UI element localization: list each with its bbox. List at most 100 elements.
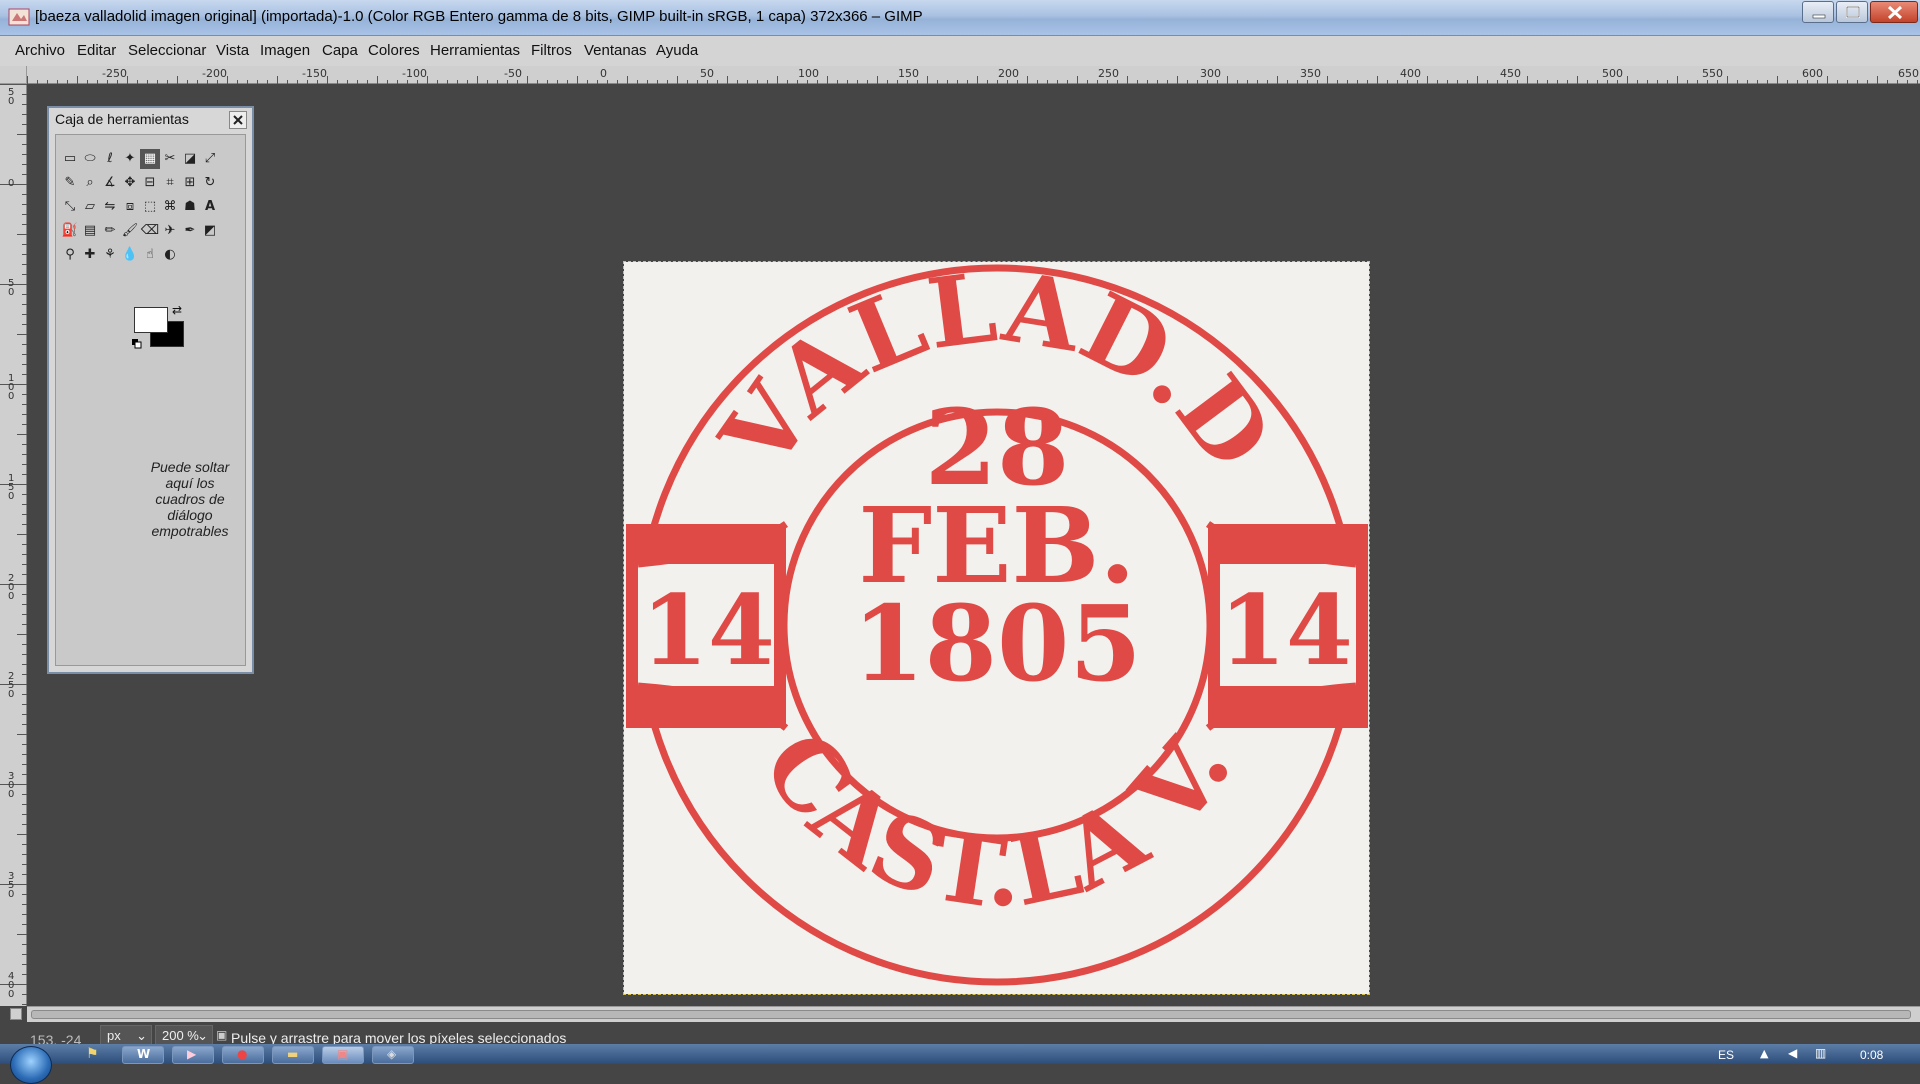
image-layer[interactable]: VALLAD.D 14 14 28 FEB. 1805 CAST.LA V. — [623, 250, 1370, 995]
paths-icon[interactable]: ⤢ — [200, 149, 220, 169]
vruler-label: 50 — [8, 87, 15, 107]
perspective-clone-icon[interactable]: ⚘ — [100, 245, 120, 265]
lock-icon: ▣ — [216, 1028, 228, 1042]
shear-icon[interactable]: ▱ — [80, 197, 100, 217]
chevron-down-icon: ⌄ — [197, 1028, 208, 1043]
tray-arrow-icon[interactable]: ▲ — [1760, 1047, 1768, 1060]
ruler-corner-toggle[interactable] — [0, 66, 27, 84]
pencil-icon[interactable]: ✏ — [100, 221, 120, 241]
menu-capa[interactable]: Capa — [322, 42, 358, 59]
blur-icon[interactable]: 💧 — [120, 245, 140, 265]
vruler-label: 300 — [8, 771, 15, 800]
vruler-label: 0 — [8, 178, 15, 189]
fuzzy-select-icon[interactable]: ✦ — [120, 149, 140, 169]
mypaint-brush-icon[interactable]: ◩ — [200, 221, 220, 241]
maximize-button[interactable] — [1836, 1, 1868, 23]
gradient-icon[interactable]: ▤ — [80, 221, 100, 241]
text-tool-icon[interactable]: A — [200, 197, 220, 217]
menu-editar[interactable]: Editar — [77, 42, 116, 59]
close-window-button[interactable] — [1870, 1, 1918, 23]
airbrush-icon[interactable]: ✈ — [160, 221, 180, 241]
heal-icon[interactable]: ✚ — [80, 245, 100, 265]
gimp-app-icon — [8, 8, 30, 26]
taskbar-folder[interactable]: ▬ — [272, 1046, 314, 1064]
taskbar-app[interactable]: ◈ — [372, 1046, 414, 1064]
scissors-select-icon[interactable]: ✂ — [160, 149, 180, 169]
menu-imagen[interactable]: Imagen — [260, 42, 310, 59]
taskbar-chrome[interactable]: ● — [222, 1046, 264, 1064]
scrollbar-thumb[interactable] — [31, 1010, 1911, 1019]
gimp-icon: ▣ — [337, 1047, 349, 1061]
taskbar-gimp[interactable]: ▣ — [322, 1046, 364, 1064]
color-picker-icon[interactable]: ✎ — [60, 173, 80, 193]
horizontal-ruler[interactable]: -250 -200 -150 -100 -50 0 50 100 150 200… — [27, 66, 1920, 84]
perspective-icon[interactable]: ⧈ — [120, 197, 140, 217]
unified-transform-icon[interactable]: ⊞ — [180, 173, 200, 193]
handle-transform-icon[interactable]: ☗ — [180, 197, 200, 217]
taskbar-word[interactable]: W — [122, 1046, 164, 1064]
taskbar-clock[interactable]: 0:08 — [1860, 1048, 1883, 1062]
network-icon[interactable]: ▥ — [1815, 1046, 1826, 1060]
status-bar: 153, -24 px ⌄ 200 % ⌄ ▣ Pulse y arrastre… — [0, 1022, 1920, 1048]
dodge-burn-icon[interactable]: ◐ — [160, 245, 180, 265]
hruler-label: -200 — [202, 67, 227, 80]
foreground-select-icon[interactable]: ◪ — [180, 149, 200, 169]
toolbox-close-button[interactable] — [229, 111, 247, 129]
language-indicator[interactable]: ES — [1718, 1048, 1734, 1062]
taskbar-media[interactable]: ▶ — [172, 1046, 214, 1064]
ellipse-select-icon[interactable]: ⬭ — [80, 149, 100, 169]
menu-bar: Archivo Editar Seleccionar Vista Imagen … — [0, 36, 1920, 66]
cage-transform-icon[interactable]: ⬚ — [140, 197, 160, 217]
title-bar: [baeza valladolid imagen original] (impo… — [0, 0, 1920, 36]
menu-ayuda[interactable]: Ayuda — [656, 42, 698, 59]
hruler-label: 400 — [1400, 67, 1421, 80]
move-icon[interactable]: ✥ — [120, 173, 140, 193]
vertical-ruler-ticks — [0, 84, 27, 1005]
warp-transform-icon[interactable]: ⌘ — [160, 197, 180, 217]
vertical-ruler[interactable]: 50 0 50 100 150 200 250 300 350 400 — [0, 84, 27, 1006]
swap-colors-icon[interactable]: ⇄ — [172, 303, 182, 317]
media-icon: ▶ — [187, 1047, 197, 1061]
smudge-icon[interactable]: ☝ — [140, 245, 160, 265]
menu-filtros[interactable]: Filtros — [531, 42, 572, 59]
stamp-year: 1805 — [852, 582, 1141, 705]
bucket-fill-icon[interactable]: ⛽ — [60, 221, 80, 241]
minimize-button[interactable] — [1802, 1, 1834, 23]
start-button[interactable] — [10, 1046, 52, 1084]
hruler-label: 350 — [1300, 67, 1321, 80]
horizontal-scrollbar[interactable] — [27, 1006, 1920, 1022]
image-canvas[interactable]: VALLAD.D 14 14 28 FEB. 1805 CAST.LA V. C… — [27, 84, 1920, 1006]
eraser-icon[interactable]: ⌫ — [140, 221, 160, 241]
volume-icon[interactable]: ◀ — [1788, 1046, 1797, 1060]
foreground-color-swatch[interactable] — [134, 307, 168, 333]
explorer-pin-icon[interactable]: ⚑ — [86, 1046, 99, 1062]
menu-seleccionar[interactable]: Seleccionar — [128, 42, 206, 59]
zoom-icon[interactable]: ⌕ — [80, 173, 100, 193]
scale-icon[interactable]: ⤡ — [60, 197, 80, 217]
menu-colores[interactable]: Colores — [368, 42, 420, 59]
ink-icon[interactable]: ✒ — [180, 221, 200, 241]
quick-mask-toggle[interactable] — [10, 1008, 22, 1020]
paintbrush-icon[interactable]: 🖌 — [120, 221, 140, 241]
menu-herramientas[interactable]: Herramientas — [430, 42, 520, 59]
crop-icon[interactable]: ⌗ — [160, 173, 180, 193]
unit-selector[interactable]: px ⌄ — [100, 1025, 152, 1045]
menu-ventanas[interactable]: Ventanas — [584, 42, 647, 59]
menu-vista[interactable]: Vista — [216, 42, 249, 59]
clone-icon[interactable]: ⚲ — [60, 245, 80, 265]
rect-select-icon[interactable]: ▭ — [60, 149, 80, 169]
toolbox-title: Caja de herramientas — [55, 111, 189, 127]
hruler-label: 500 — [1602, 67, 1623, 80]
lasso-select-icon[interactable]: ℓ — [100, 149, 120, 169]
toolbox-dock: Caja de herramientas ▭ ⬭ ℓ ✦ ▦ ✂ ◪ ⤢ ✎ ⌕… — [47, 106, 254, 674]
measure-icon[interactable]: ∡ — [100, 173, 120, 193]
windows-taskbar: ⚑ W ▶ ● ▬ ▣ ◈ ES ▲ ◀ ▥ 0:08 — [0, 1044, 1920, 1084]
reset-colors-icon[interactable] — [132, 339, 142, 349]
select-by-color-icon[interactable]: ▦ — [140, 149, 160, 169]
flip-icon[interactable]: ⇋ — [100, 197, 120, 217]
menu-archivo[interactable]: Archivo — [15, 42, 65, 59]
align-icon[interactable]: ⊟ — [140, 173, 160, 193]
zoom-selector[interactable]: 200 % ⌄ — [155, 1025, 213, 1045]
rotate-icon[interactable]: ↻ — [200, 173, 220, 193]
vruler-label: 350 — [8, 871, 15, 900]
